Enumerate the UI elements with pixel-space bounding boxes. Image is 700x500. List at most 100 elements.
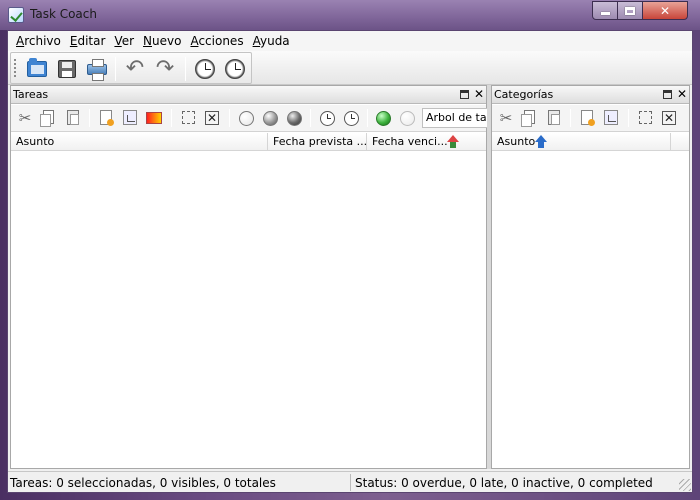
delete-icon: ✕ [662, 111, 676, 125]
toolbar-separator [367, 109, 368, 127]
minimize-icon [600, 12, 610, 15]
paste-icon [67, 110, 79, 125]
toolbar-grip[interactable] [14, 59, 16, 79]
resize-grip-icon[interactable] [679, 479, 691, 491]
new-subtask-button[interactable] [120, 108, 140, 128]
undo-button[interactable]: ↶ [123, 57, 147, 81]
categories-paste-button[interactable] [544, 108, 564, 128]
categories-panel-maximize-icon[interactable] [663, 90, 672, 99]
priority-high-button[interactable] [284, 108, 304, 128]
toolbar-separator [185, 57, 186, 81]
main-toolbar: ↶ ↷ [8, 51, 692, 85]
delete-icon: ✕ [205, 111, 219, 125]
sort-ascending-icon[interactable] [534, 135, 549, 149]
minimize-button[interactable] [592, 1, 618, 20]
close-icon: ✕ [659, 3, 671, 18]
half-ball-icon [263, 111, 278, 126]
open-button[interactable] [25, 57, 49, 81]
toolbar-separator [89, 109, 90, 127]
priority-none-button[interactable] [236, 108, 256, 128]
menu-editar[interactable]: Editar [66, 34, 110, 48]
column-due-date[interactable]: Fecha venci... [367, 133, 488, 151]
print-icon [87, 59, 107, 81]
menu-ver[interactable]: Ver [110, 34, 138, 48]
maximize-button[interactable] [617, 1, 643, 20]
column-planned-start[interactable]: Fecha prevista ... [268, 133, 367, 151]
new-subcategory-icon [604, 110, 618, 125]
new-category-button[interactable] [577, 108, 597, 128]
maximize-icon [625, 6, 635, 15]
stop-effort-button[interactable] [341, 108, 361, 128]
tasks-delete-button[interactable]: ✕ [202, 108, 222, 128]
redo-icon: ↷ [155, 56, 175, 81]
copy-icon [521, 110, 535, 127]
categories-panel-title: Categorías [494, 88, 554, 101]
tasks-panel-maximize-icon[interactable] [460, 90, 469, 99]
cut-icon: ✂ [18, 109, 32, 127]
status-task-states: Status: 0 overdue, 0 late, 0 inactive, 0… [355, 476, 653, 490]
menu-archivo[interactable]: Archivo [12, 34, 65, 48]
stop-tracking-clock-icon [225, 59, 245, 79]
full-ball-icon [287, 111, 302, 126]
close-window-button[interactable]: ✕ [642, 1, 688, 20]
toolbar-separator [628, 109, 629, 127]
clock-stop-icon [344, 111, 359, 126]
status-bar: Tareas: 0 seleccionadas, 0 visibles, 0 t… [8, 471, 692, 492]
new-task-button[interactable] [96, 108, 116, 128]
copy-icon [40, 110, 54, 127]
tasks-panel-title: Tareas [13, 88, 49, 101]
start-tracking-button[interactable] [193, 57, 217, 81]
toolbar-separator [310, 109, 311, 127]
print-button[interactable] [85, 57, 109, 81]
start-tracking-clock-icon [195, 59, 215, 79]
paste-icon [548, 110, 560, 125]
menu-acciones[interactable]: Acciones [186, 34, 247, 48]
categories-expand-button[interactable] [635, 108, 655, 128]
menu-nuevo[interactable]: Nuevo [139, 34, 185, 48]
column-category-subject[interactable]: Asunto [492, 133, 671, 151]
tasks-copy-button[interactable] [39, 108, 59, 128]
categories-column-header: Asunto [492, 133, 689, 151]
task-coach-app-icon [8, 7, 24, 23]
save-button[interactable] [55, 57, 79, 81]
new-task-icon [100, 110, 114, 126]
stop-tracking-button[interactable] [223, 57, 247, 81]
tasks-cut-button[interactable]: ✂ [15, 108, 35, 128]
tasks-expand-button[interactable] [178, 108, 198, 128]
tasks-paste-button[interactable] [63, 108, 83, 128]
new-category-icon [581, 110, 595, 126]
mark-completed-button[interactable] [373, 108, 393, 128]
menu-ayuda[interactable]: Ayuda [249, 34, 294, 48]
mark-inactive-button[interactable] [397, 108, 417, 128]
clock-icon [320, 111, 335, 126]
task-color-button[interactable] [144, 108, 164, 128]
column-options-home-icon[interactable] [446, 135, 461, 149]
window-title: Task Coach [30, 7, 97, 21]
undo-icon: ↶ [125, 56, 145, 81]
column-subject[interactable]: Asunto [11, 133, 268, 151]
categories-panel-close-icon[interactable]: ✕ [676, 88, 688, 100]
priority-medium-button[interactable] [260, 108, 280, 128]
tasks-toolbar: ✂ ✕ Arbol de tare [11, 105, 488, 132]
categories-copy-button[interactable] [520, 108, 540, 128]
start-effort-button[interactable] [317, 108, 337, 128]
tasks-panel-header: Tareas ✕ [11, 86, 486, 104]
categories-cut-button[interactable]: ✂ [496, 108, 516, 128]
tree-view-selector[interactable]: Arbol de tare [422, 108, 488, 128]
menu-bar: Archivo Editar Ver Nuevo Acciones Ayuda [8, 31, 692, 51]
categories-delete-button[interactable]: ✕ [659, 108, 679, 128]
toolbar-separator [171, 109, 172, 127]
main-window: Archivo Editar Ver Nuevo Acciones Ayuda … [7, 30, 693, 493]
new-subtask-icon [123, 110, 137, 125]
redo-button[interactable]: ↷ [153, 57, 177, 81]
title-bar: Task Coach ✕ [0, 0, 700, 30]
white-ball-icon [400, 111, 415, 126]
status-separator [350, 474, 351, 491]
column-due-date-label: Fecha venci... [372, 135, 448, 148]
open-folder-icon [27, 58, 47, 77]
tasks-panel: Tareas ✕ ✂ ✕ Arbol de tare [10, 85, 488, 469]
tasks-panel-close-icon[interactable]: ✕ [473, 88, 485, 100]
empty-ball-icon [239, 111, 254, 126]
new-subcategory-button[interactable] [601, 108, 621, 128]
expand-all-icon [639, 111, 652, 124]
